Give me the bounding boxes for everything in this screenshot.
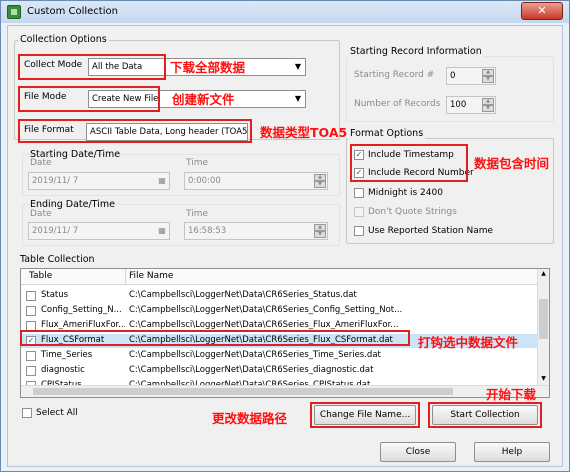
annotation-box-change-file-name (310, 402, 420, 428)
table-row[interactable]: diagnostic C:\Campbellsci\LoggerNet\Data… (21, 364, 549, 378)
annotation-start-download: 开始下载 (486, 387, 537, 402)
annotation-box-collect-mode (18, 54, 166, 80)
select-all-checkbox[interactable] (22, 408, 32, 418)
calendar-icon: ▦ (158, 176, 166, 185)
starting-record-value: 0 (450, 71, 456, 81)
col-header-table[interactable]: Table (29, 271, 52, 281)
horizontal-scrollbar[interactable] (21, 385, 549, 397)
col-divider[interactable] (125, 269, 126, 285)
starting-time-spinner[interactable]: ▲ ▼ (314, 174, 326, 188)
starting-date-input[interactable]: 2019/11/ 7 ▦ (28, 172, 170, 190)
annotation-download-all: 下载全部数据 (170, 60, 246, 75)
annotation-create-new-file: 创建新文件 (172, 92, 235, 107)
use-reported-station-name-checkbox[interactable] (354, 226, 364, 236)
starting-date-value: 2019/11/ 7 (32, 176, 79, 186)
dont-quote-strings-label: Don't Quote Strings (368, 207, 457, 217)
ending-time-input[interactable]: 16:58:53 ▲ ▼ (184, 222, 328, 240)
annotation-check-selected: 打钩选中数据文件 (418, 335, 519, 350)
annotation-data-type: 数据类型TOA5 (260, 125, 348, 140)
annotation-change-path: 更改数据路径 (212, 411, 288, 426)
row-table-name: Config_Setting_N... (41, 305, 122, 315)
row-checkbox[interactable] (26, 291, 36, 301)
scroll-down-icon[interactable]: ▼ (539, 375, 548, 384)
collection-options-title: Collection Options (18, 34, 109, 45)
row-file-name: C:\Campbellsci\LoggerNet\Data\CR6Series_… (129, 290, 357, 300)
row-file-name: C:\Campbellsci\LoggerNet\Data\CR6Series_… (129, 350, 381, 360)
table-row[interactable]: Status C:\Campbellsci\LoggerNet\Data\CR6… (21, 289, 549, 303)
table-list-header: Table File Name (21, 269, 549, 285)
chevron-down-icon: ▼ (294, 94, 302, 103)
ending-date-input[interactable]: 2019/11/ 7 ▦ (28, 222, 170, 240)
scroll-up-icon[interactable]: ▲ (539, 270, 548, 279)
help-button[interactable]: Help (474, 442, 550, 462)
annotation-box-file-format (18, 119, 252, 143)
hscroll-thumb[interactable] (33, 388, 453, 395)
starting-time-value: 0:00:00 (188, 176, 221, 186)
row-file-name: C:\Campbellsci\LoggerNet\Data\CR6Series_… (129, 320, 399, 330)
table-collection-title: Table Collection (18, 254, 97, 265)
row-checkbox[interactable] (26, 306, 36, 316)
ending-time-value: 16:58:53 (188, 226, 227, 236)
starting-record-title: Starting Record Information (348, 46, 484, 57)
chevron-down-icon: ▼ (294, 62, 302, 71)
midnight-2400-label: Midnight is 2400 (368, 188, 443, 198)
starting-record-input[interactable]: 0 ▲ ▼ (446, 67, 496, 85)
row-file-name: C:\Campbellsci\LoggerNet\Data\CR6Series_… (129, 305, 403, 315)
table-row[interactable]: Time_Series C:\Campbellsci\LoggerNet\Dat… (21, 349, 549, 363)
row-table-name: Flux_AmeriFluxFor... (41, 320, 125, 330)
row-table-name: Status (41, 290, 69, 300)
starting-record-spinner[interactable]: ▲ ▼ (482, 69, 494, 83)
annotation-box-format-options (350, 144, 468, 182)
ending-date-label: Date (30, 209, 52, 219)
row-checkbox[interactable] (26, 366, 36, 376)
select-all-label: Select All (36, 408, 78, 418)
window-title: Custom Collection (27, 6, 118, 17)
ending-date-value: 2019/11/ 7 (32, 226, 79, 236)
row-table-name: diagnostic (41, 365, 85, 375)
format-options-title: Format Options (348, 128, 426, 139)
app-icon (7, 5, 21, 19)
midnight-2400-checkbox[interactable] (354, 188, 364, 198)
row-table-name: Time_Series (41, 350, 93, 360)
dont-quote-strings-checkbox[interactable] (354, 207, 364, 217)
starting-record-label: Starting Record # (354, 70, 435, 80)
annotation-include-time: 数据包含时间 (474, 156, 550, 171)
dialog-content: Collection Options Collect Mode All the … (7, 25, 563, 467)
close-button[interactable]: Close (380, 442, 456, 462)
table-row[interactable]: Config_Setting_N... C:\Campbellsci\Logge… (21, 304, 549, 318)
starting-time-label: Time (186, 158, 209, 168)
number-of-records-input[interactable]: 100 ▲ ▼ (446, 96, 496, 114)
number-of-records-label: Number of Records (354, 99, 441, 109)
title-bar: Custom Collection ✕ (1, 1, 569, 23)
vertical-scrollbar[interactable]: ▲ ▼ (537, 269, 549, 397)
ending-time-label: Time (186, 209, 209, 219)
annotation-box-file-mode (18, 86, 160, 112)
annotation-box-selected-row (20, 330, 410, 346)
col-header-file-name[interactable]: File Name (129, 271, 173, 281)
row-checkbox[interactable] (26, 351, 36, 361)
number-of-records-value: 100 (450, 100, 467, 110)
number-of-records-spinner[interactable]: ▲ ▼ (482, 98, 494, 112)
calendar-icon: ▦ (158, 226, 166, 235)
use-reported-station-name-label: Use Reported Station Name (368, 226, 494, 236)
window-close-icon[interactable]: ✕ (521, 2, 563, 20)
row-file-name: C:\Campbellsci\LoggerNet\Data\CR6Series_… (129, 365, 374, 375)
ending-time-spinner[interactable]: ▲ ▼ (314, 224, 326, 238)
scroll-thumb[interactable] (539, 299, 548, 339)
starting-time-input[interactable]: 0:00:00 ▲ ▼ (184, 172, 328, 190)
starting-date-label: Date (30, 158, 52, 168)
custom-collection-window: Custom Collection ✕ Collection Options C… (0, 0, 570, 472)
annotation-box-start-collection (428, 402, 542, 428)
